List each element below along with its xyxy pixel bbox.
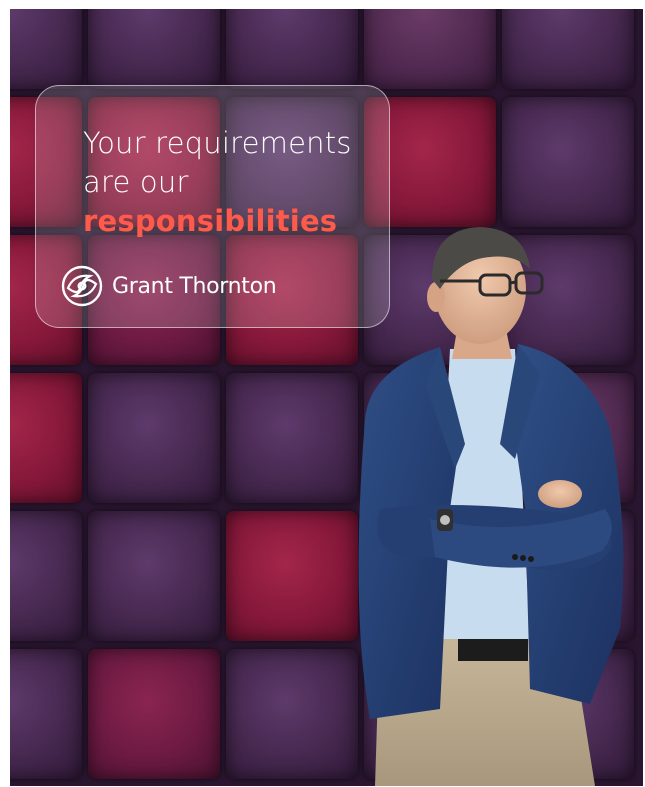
headline: Your requirements are our responsibiliti… <box>83 124 352 241</box>
wall-tile <box>226 511 358 641</box>
brand-logo: Grant Thornton <box>60 264 277 308</box>
wall-tile <box>502 97 634 227</box>
headline-accent: responsibilities <box>83 204 338 238</box>
wall-tile <box>226 373 358 503</box>
brand-name: Grant Thornton <box>112 273 277 299</box>
wall-tile <box>88 9 220 89</box>
wall-tile <box>226 649 358 779</box>
wall-tile <box>88 511 220 641</box>
headline-line-1: Your requirements <box>83 126 352 160</box>
wall-tile <box>10 511 82 641</box>
message-card: Your requirements are our responsibiliti… <box>35 85 390 328</box>
wall-tile <box>364 9 496 89</box>
wall-tile <box>10 9 82 89</box>
wall-tile <box>10 373 82 503</box>
wall-tile <box>226 9 358 89</box>
wall-tile <box>502 9 634 89</box>
wall-tile <box>10 649 82 779</box>
grant-thornton-swirl-icon <box>61 265 103 307</box>
headline-line-2: are our <box>83 165 189 199</box>
wall-tile <box>88 373 220 503</box>
hero-image: Your requirements are our responsibiliti… <box>10 9 643 786</box>
wall-tile <box>88 649 220 779</box>
